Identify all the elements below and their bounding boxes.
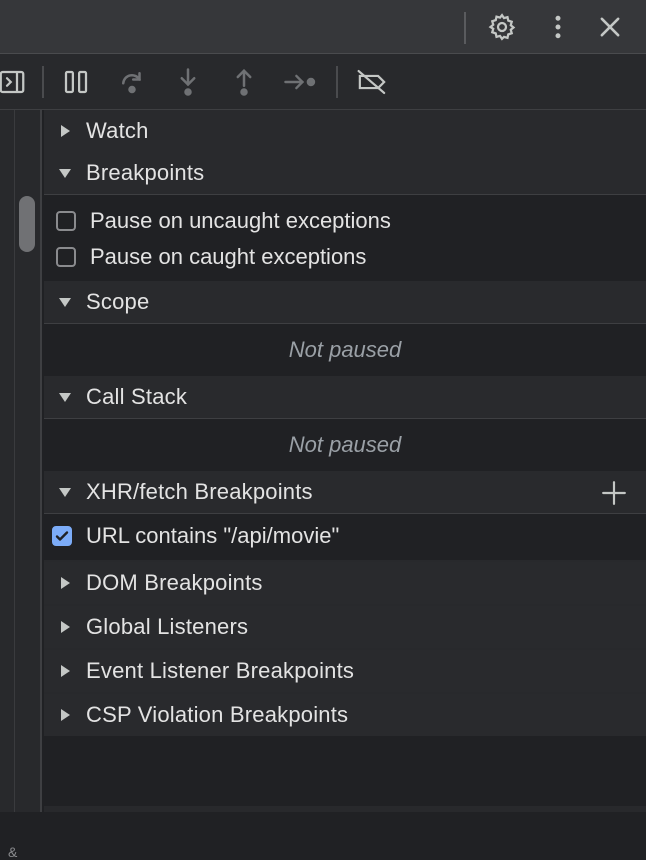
- section-label: CSP Violation Breakpoints: [86, 702, 349, 727]
- xhr-breakpoint-checkbox[interactable]: [52, 526, 72, 546]
- step-out-icon: [224, 62, 264, 102]
- debugger-sidebar: Watch Breakpoints Pause on uncaught exce…: [44, 110, 646, 812]
- debugger-toolbar: [0, 54, 646, 110]
- call-stack-status: Not paused: [44, 419, 646, 471]
- section-breakpoints[interactable]: Breakpoints: [44, 152, 646, 195]
- triangle-right-icon: [44, 620, 86, 634]
- step-over-icon: [112, 62, 152, 102]
- section-label: XHR/fetch Breakpoints: [86, 479, 313, 504]
- triangle-right-icon: [44, 124, 86, 138]
- triangle-right-icon: [44, 708, 86, 722]
- section-dom-breakpoints[interactable]: DOM Breakpoints: [44, 562, 646, 604]
- deactivate-breakpoints-icon[interactable]: [352, 62, 392, 102]
- step-icon: [280, 62, 320, 102]
- triangle-down-icon: [44, 167, 86, 179]
- sidebar-empty-area: [44, 736, 646, 806]
- pause-uncaught-checkbox[interactable]: [56, 211, 76, 231]
- section-csp-violation-breakpoints[interactable]: CSP Violation Breakpoints: [44, 694, 646, 736]
- section-call-stack[interactable]: Call Stack: [44, 376, 646, 419]
- section-label: Breakpoints: [86, 160, 205, 185]
- gear-icon[interactable]: [484, 9, 520, 45]
- xhr-breakpoint-label: URL contains "/api/movie": [86, 523, 340, 548]
- triangle-right-icon: [44, 576, 86, 590]
- section-scope[interactable]: Scope: [44, 281, 646, 324]
- pause-uncaught-label: Pause on uncaught exceptions: [90, 208, 391, 233]
- pause-caught-checkbox[interactable]: [56, 247, 76, 267]
- panel-divider: [40, 54, 42, 812]
- toolbar-separator: [42, 66, 44, 98]
- left-editor-strip: &: [0, 54, 42, 860]
- section-label: Event Listener Breakpoints: [86, 658, 355, 683]
- editor-glyph: &: [8, 844, 18, 860]
- more-vertical-icon[interactable]: [540, 9, 576, 45]
- xhr-content: URL contains "/api/movie": [44, 514, 646, 560]
- scrollbar-thumb[interactable]: [19, 196, 35, 252]
- pause-uncaught-row: Pause on uncaught exceptions: [44, 203, 646, 239]
- triangle-right-icon: [44, 664, 86, 678]
- pause-caught-label: Pause on caught exceptions: [90, 244, 367, 269]
- section-label: Watch: [86, 118, 149, 143]
- scroll-track: [14, 108, 15, 812]
- scope-status: Not paused: [44, 324, 646, 376]
- section-xhr-breakpoints[interactable]: XHR/fetch Breakpoints: [44, 471, 646, 514]
- devtools-top-bar: [0, 0, 646, 54]
- toolbar-separator: [336, 66, 338, 98]
- triangle-down-icon: [44, 486, 86, 498]
- add-xhr-breakpoint-icon[interactable]: [600, 479, 628, 507]
- triangle-down-icon: [44, 391, 86, 403]
- section-event-listener-breakpoints[interactable]: Event Listener Breakpoints: [44, 650, 646, 692]
- section-label: Scope: [86, 289, 150, 314]
- section-label: Global Listeners: [86, 614, 249, 639]
- toggle-sidebar-icon[interactable]: [0, 62, 32, 102]
- close-icon[interactable]: [592, 9, 628, 45]
- pause-caught-row: Pause on caught exceptions: [44, 239, 646, 275]
- section-global-listeners[interactable]: Global Listeners: [44, 606, 646, 648]
- top-bar-divider: [464, 12, 466, 44]
- pause-icon[interactable]: [56, 62, 96, 102]
- section-label: DOM Breakpoints: [86, 570, 263, 595]
- section-label: Call Stack: [86, 384, 188, 409]
- step-into-icon: [168, 62, 208, 102]
- breakpoints-content: Pause on uncaught exceptions Pause on ca…: [44, 195, 646, 281]
- triangle-down-icon: [44, 296, 86, 308]
- xhr-breakpoint-row: URL contains "/api/movie": [44, 518, 646, 554]
- section-watch[interactable]: Watch: [44, 110, 646, 152]
